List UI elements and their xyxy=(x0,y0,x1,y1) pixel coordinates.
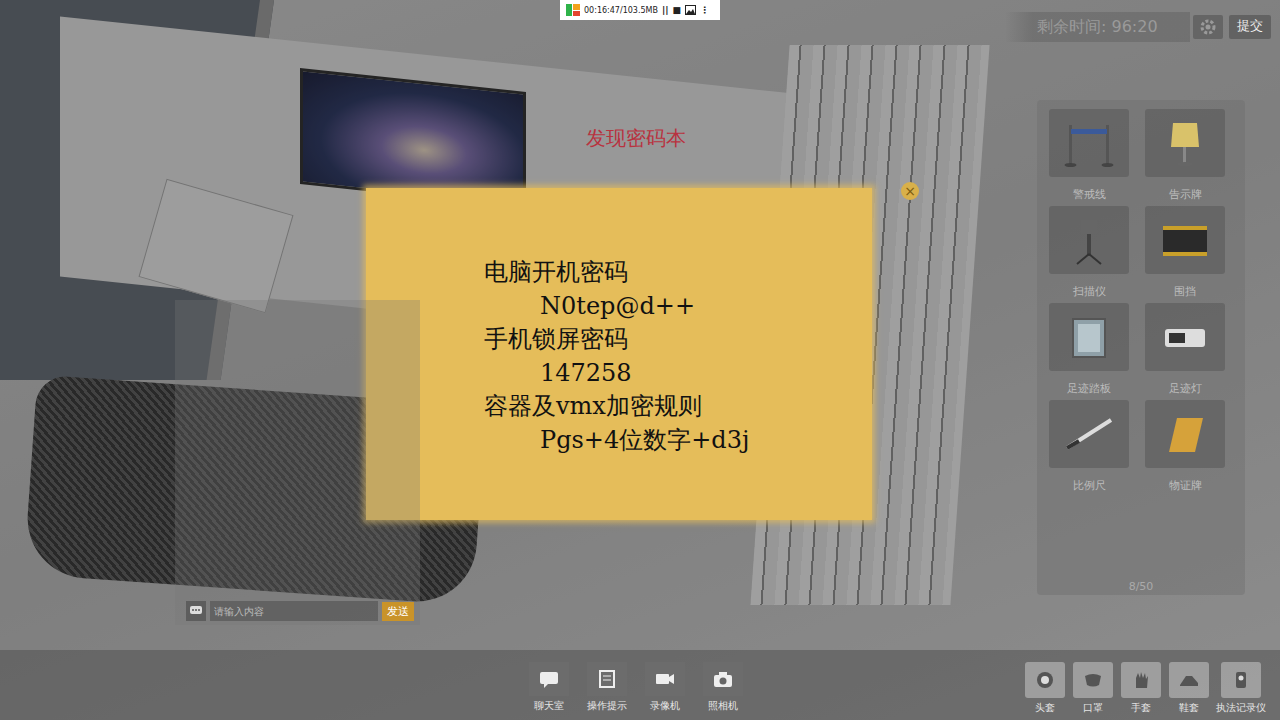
tool-count: 8/50 xyxy=(1037,580,1245,593)
game-screen: 00:16:47/103.5MB || ■ ⋮ 剩余时间: 96:20 提交 发… xyxy=(0,0,1280,720)
tool-label: 物证牌 xyxy=(1169,478,1202,493)
chat-bubble-icon[interactable] xyxy=(186,601,206,621)
equipment-button[interactable]: 口罩 xyxy=(1072,662,1114,715)
equipment-icon xyxy=(1034,670,1056,690)
equipment-icon xyxy=(1082,670,1104,690)
close-button[interactable]: × xyxy=(901,182,919,200)
equipment-button[interactable]: 鞋套 xyxy=(1168,662,1210,715)
note-heading: 手机锁屏密码 xyxy=(484,323,872,357)
tool-item[interactable]: 告示牌 xyxy=(1145,109,1225,206)
tool-item[interactable]: 足迹踏板 xyxy=(1049,303,1129,400)
toolbar-icon xyxy=(654,669,676,689)
tool-label: 围挡 xyxy=(1174,284,1196,299)
tool-thumbnail xyxy=(1049,400,1129,468)
submit-button[interactable]: 提交 xyxy=(1229,15,1271,39)
toolbar-label: 照相机 xyxy=(708,699,738,713)
gear-icon xyxy=(1199,18,1217,36)
recorder-time: 00:16:47/103.5MB xyxy=(584,6,658,15)
equipment-label: 鞋套 xyxy=(1179,701,1199,715)
toolbar-icon xyxy=(596,669,618,689)
equipment-button[interactable]: 手套 xyxy=(1120,662,1162,715)
tool-thumbnail xyxy=(1049,206,1129,274)
toolbar-icon xyxy=(712,669,734,689)
equipment-label: 手套 xyxy=(1131,701,1151,715)
equipment-label: 口罩 xyxy=(1083,701,1103,715)
tool-label: 告示牌 xyxy=(1169,187,1202,202)
send-button[interactable]: 发送 xyxy=(382,602,414,621)
recorder-logo-icon xyxy=(566,4,580,16)
equipment-label: 执法记录仪 xyxy=(1216,701,1266,715)
tool-item[interactable]: 比例尺 xyxy=(1049,400,1129,497)
screen-recorder-bar: 00:16:47/103.5MB || ■ ⋮ xyxy=(560,0,720,20)
note-heading: 电脑开机密码 xyxy=(484,256,872,290)
tool-thumbnail xyxy=(1049,303,1129,371)
recorder-stop-button[interactable]: ■ xyxy=(673,5,682,15)
tool-label: 足迹踏板 xyxy=(1067,381,1111,396)
toolbar-button[interactable]: 聊天室 xyxy=(528,662,570,713)
toolbar-button[interactable]: 录像机 xyxy=(644,662,686,713)
equipment-button[interactable]: 执法记录仪 xyxy=(1216,662,1266,715)
tool-item[interactable]: 警戒线 xyxy=(1049,109,1129,206)
password-note: 电脑开机密码N0tep@d++手机锁屏密码147258容器及vmx加密规则Pgs… xyxy=(366,188,872,520)
tool-item[interactable]: 物证牌 xyxy=(1145,400,1225,497)
chat-panel: 发送 xyxy=(175,300,420,625)
equipment-icon xyxy=(1230,670,1252,690)
tool-icon xyxy=(1155,408,1215,460)
tool-label: 扫描仪 xyxy=(1073,284,1106,299)
tool-label: 警戒线 xyxy=(1073,187,1106,202)
tool-thumbnail xyxy=(1145,109,1225,177)
note-value: 147258 xyxy=(484,357,872,391)
tool-icon xyxy=(1155,214,1215,266)
tool-icon xyxy=(1059,117,1119,169)
toolbar-icon xyxy=(538,669,560,689)
tool-icon xyxy=(1155,311,1215,363)
toolbar-label: 录像机 xyxy=(650,699,680,713)
equipment-icon xyxy=(1130,670,1152,690)
tool-thumbnail xyxy=(1145,206,1225,274)
tool-item[interactable]: 扫描仪 xyxy=(1049,206,1129,303)
chat-input[interactable] xyxy=(210,601,378,621)
tool-icon xyxy=(1155,117,1215,169)
tool-icon xyxy=(1059,311,1119,363)
tool-item[interactable]: 足迹灯 xyxy=(1145,303,1225,400)
tool-item[interactable]: 围挡 xyxy=(1145,206,1225,303)
tool-thumbnail xyxy=(1145,400,1225,468)
remaining-time: 剩余时间: 96:20 xyxy=(1005,12,1190,42)
bottom-bar: 聊天室 操作提示 录像机 照相机 头套 口罩 手套 鞋套 执法记录仪 xyxy=(0,650,1280,720)
tool-icon xyxy=(1059,408,1119,460)
toolbar-button[interactable]: 操作提示 xyxy=(586,662,628,713)
tool-label: 比例尺 xyxy=(1073,478,1106,493)
note-value: Pgs+4位数字+d3j xyxy=(484,424,872,458)
tool-label: 足迹灯 xyxy=(1169,381,1202,396)
screenshot-icon[interactable] xyxy=(685,5,696,15)
tool-thumbnail xyxy=(1145,303,1225,371)
settings-button[interactable] xyxy=(1193,15,1223,39)
found-notice: 发现密码本 xyxy=(586,125,686,152)
equipment-label: 头套 xyxy=(1035,701,1055,715)
toolbar-label: 操作提示 xyxy=(587,699,627,713)
equipment-icon xyxy=(1178,670,1200,690)
tool-icon xyxy=(1059,214,1119,266)
toolbar-label: 聊天室 xyxy=(534,699,564,713)
tool-thumbnail xyxy=(1049,109,1129,177)
tool-panel: 警戒线 告示牌 扫描仪 围挡 足迹踏板 足迹灯 比例尺 物证牌 8/50 xyxy=(1037,100,1245,595)
equipment-button[interactable]: 头套 xyxy=(1024,662,1066,715)
note-heading: 容器及vmx加密规则 xyxy=(484,390,872,424)
note-value: N0tep@d++ xyxy=(484,290,872,324)
recorder-menu-button[interactable]: ⋮ xyxy=(700,5,709,15)
recorder-pause-button[interactable]: || xyxy=(662,5,669,15)
toolbar-button[interactable]: 照相机 xyxy=(702,662,744,713)
